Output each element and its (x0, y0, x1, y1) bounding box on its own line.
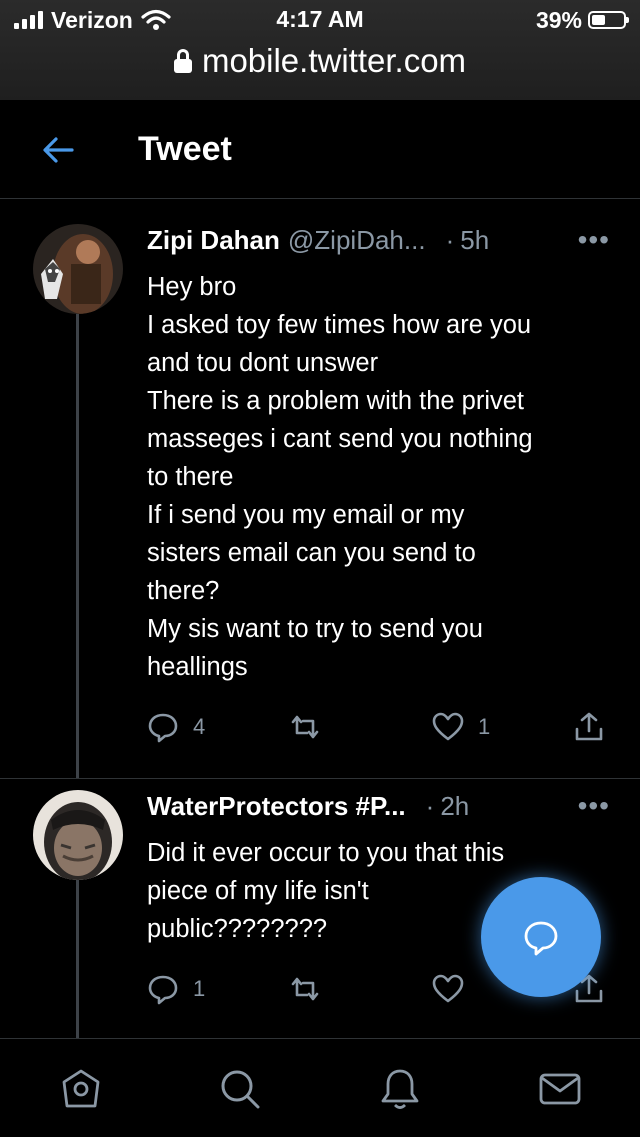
like-count: 1 (478, 714, 491, 739)
share-icon (575, 712, 603, 741)
home-icon[interactable] (59, 1067, 103, 1111)
tweet-line: There is a problem with the privet (147, 387, 524, 415)
tweet-line: heallings (147, 653, 248, 681)
compose-reply-icon (524, 921, 558, 956)
tweet-header: WaterProtectors #P... · 2h ••• (147, 790, 610, 822)
url-bar[interactable]: mobile.twitter.com (0, 42, 640, 80)
messages-icon[interactable] (538, 1067, 582, 1111)
signal-icon (14, 11, 43, 29)
author-handle[interactable]: @ZipiDah... (288, 225, 426, 256)
tweet-time[interactable]: 5h (460, 225, 489, 256)
search-icon[interactable] (218, 1067, 262, 1111)
tweet-line: My sis want to try to send you (147, 615, 483, 643)
tweet-line: If i send you my email or my (147, 501, 465, 529)
reply-icon (148, 713, 178, 743)
arrow-left-icon[interactable] (40, 132, 76, 168)
tweet-text: Hey bro I asked toy few times how are yo… (147, 268, 617, 686)
thread-line (76, 300, 79, 778)
thread-line (76, 866, 79, 1038)
notifications-icon[interactable] (378, 1067, 422, 1111)
page-title: Tweet (138, 130, 232, 168)
url-domain: mobile.twitter.com (201, 42, 467, 79)
carrier-label: Verizon (51, 6, 133, 33)
battery-percent: 39% (535, 6, 582, 33)
separator-dot: · (425, 790, 435, 821)
page-header: Tweet (0, 100, 640, 199)
bottom-nav (0, 1038, 640, 1137)
tweet-line: Hey bro (147, 273, 237, 301)
retweet-icon (291, 977, 319, 1001)
browser-chrome: 4:17 AM Verizon 39% mobile.twitter.com (0, 0, 640, 100)
tweet-line: sisters email can you send to (147, 539, 476, 567)
reply-count: 1 (193, 976, 206, 1001)
retweet-button[interactable] (289, 711, 321, 743)
reply-count: 4 (193, 714, 206, 739)
tweet-line: and tou dont unswer (147, 349, 379, 377)
author-name[interactable]: WaterProtectors #P... (147, 791, 406, 822)
author-name[interactable]: Zipi Dahan (147, 225, 280, 256)
reply-button[interactable]: 1 (147, 973, 205, 1005)
tweet-line: there? (147, 577, 220, 605)
divider (0, 778, 640, 779)
heart-icon (432, 712, 464, 741)
tweet-line: Did it ever occur to you that this (147, 839, 505, 867)
battery-icon (588, 11, 629, 29)
more-options-icon[interactable]: ••• (578, 224, 610, 256)
tweet-line: to there (147, 463, 234, 491)
compose-reply-button[interactable] (481, 877, 601, 997)
tweet-time[interactable]: 2h (440, 791, 469, 822)
like-button[interactable]: 1 (432, 711, 490, 743)
avatar[interactable] (33, 790, 123, 880)
heart-icon (432, 974, 464, 1003)
tweet-line: masseges i cant send you nothing (147, 425, 533, 453)
tweet-line: I asked toy few times how are you (147, 311, 532, 339)
tweet-actions: 4 1 (147, 711, 617, 745)
reply-button[interactable]: 4 (147, 711, 205, 743)
more-options-icon[interactable]: ••• (578, 790, 610, 822)
lock-icon (173, 49, 192, 73)
tweet-header: Zipi Dahan @ZipiDah... · 5h ••• (147, 224, 610, 256)
like-button[interactable] (432, 973, 464, 1005)
share-button[interactable] (573, 711, 605, 743)
avatar[interactable] (33, 224, 123, 314)
separator-dot: · (445, 224, 455, 255)
retweet-icon (291, 715, 319, 739)
retweet-button[interactable] (289, 973, 321, 1005)
wifi-icon (141, 9, 171, 30)
reply-icon (148, 975, 178, 1005)
status-carrier-group: Verizon (14, 6, 171, 34)
status-battery-group: 39% (535, 6, 629, 34)
